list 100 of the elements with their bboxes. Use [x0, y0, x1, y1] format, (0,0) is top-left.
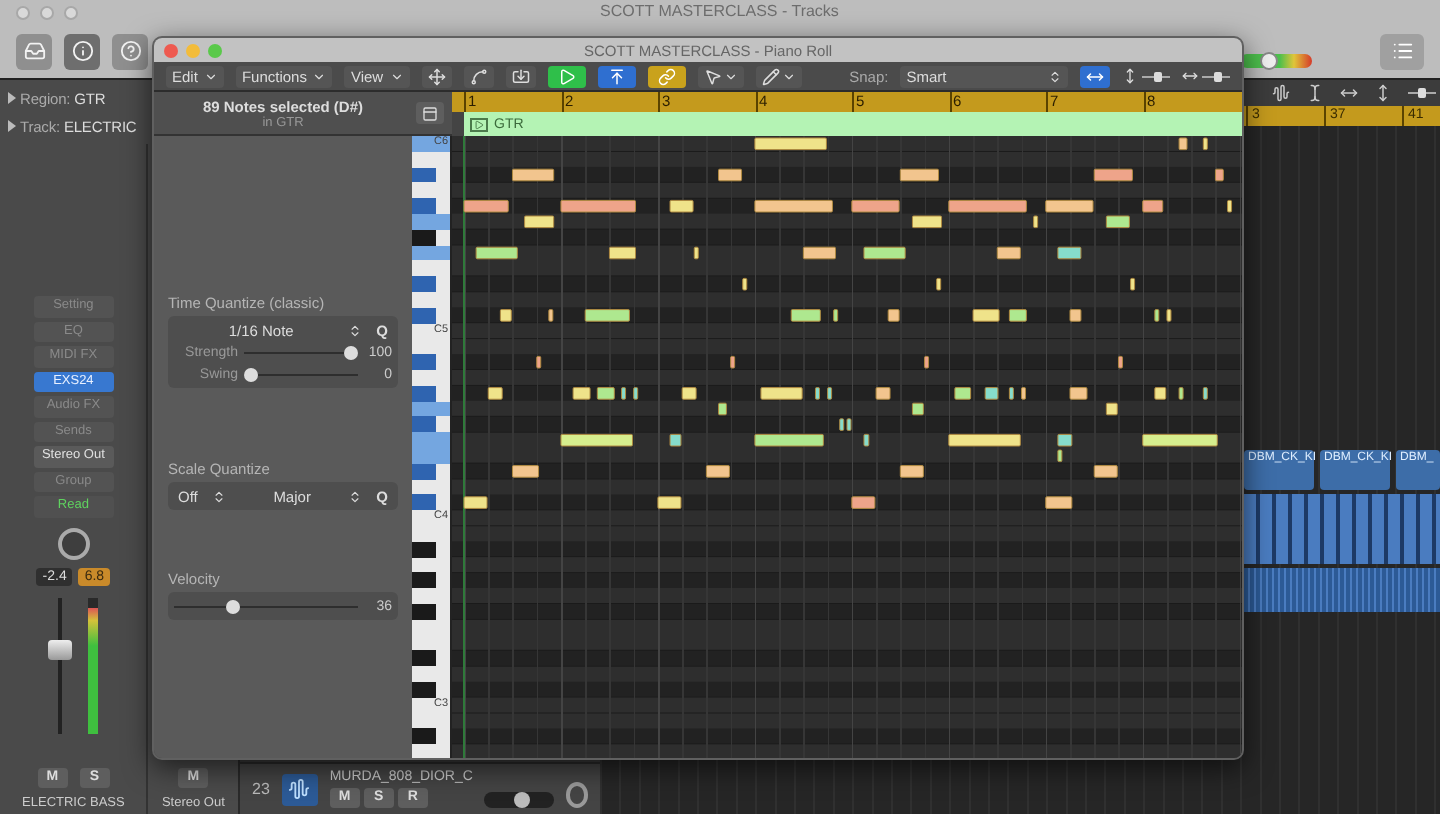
midi-note[interactable] — [1008, 309, 1027, 322]
midi-note[interactable] — [487, 387, 503, 400]
midi-note[interactable] — [524, 215, 555, 229]
midi-note[interactable] — [1214, 168, 1224, 182]
midi-note[interactable] — [693, 246, 699, 260]
pan-knob[interactable] — [57, 527, 90, 559]
midi-note[interactable] — [1105, 402, 1118, 416]
disclosure-triangle[interactable] — [8, 120, 16, 132]
midi-note[interactable] — [560, 433, 633, 447]
midi-note[interactable] — [996, 246, 1021, 260]
list-button[interactable] — [1380, 33, 1424, 69]
midi-note[interactable] — [972, 309, 1000, 322]
pencil-tool-button[interactable] — [755, 65, 802, 87]
midi-note[interactable] — [911, 215, 943, 229]
midi-note[interactable] — [463, 199, 509, 213]
volume-fader[interactable] — [48, 597, 73, 733]
vertical-zoom-slider[interactable] — [1142, 71, 1170, 81]
midi-note[interactable] — [802, 246, 836, 260]
midi-note[interactable] — [536, 355, 542, 369]
text-cursor-icon[interactable] — [1306, 84, 1324, 102]
midi-note[interactable] — [875, 387, 891, 400]
toolbar-toggle[interactable] — [547, 65, 586, 87]
midi-note[interactable] — [584, 309, 630, 322]
slider-thumb[interactable] — [1214, 71, 1222, 81]
midi-note[interactable] — [669, 433, 682, 447]
horizontal-arrows-icon[interactable] — [1340, 84, 1358, 102]
midi-note[interactable] — [1093, 168, 1133, 182]
midi-note[interactable] — [1142, 199, 1164, 213]
midi-note[interactable] — [681, 387, 697, 400]
pointer-tool-button[interactable] — [697, 65, 744, 87]
midi-note[interactable] — [1045, 199, 1094, 213]
vertical-arrows-icon[interactable] — [1374, 84, 1392, 102]
view-button[interactable] — [416, 102, 444, 124]
curve-button[interactable] — [463, 65, 494, 87]
move-button[interactable] — [421, 65, 452, 87]
midi-note[interactable] — [512, 465, 540, 478]
midi-note[interactable] — [1093, 465, 1118, 478]
midi-note[interactable] — [833, 309, 839, 322]
horizontal-zoom-slider[interactable] — [1202, 71, 1230, 81]
slider-thumb[interactable] — [244, 367, 258, 381]
slider-thumb[interactable] — [344, 345, 358, 359]
sharp-key[interactable] — [412, 681, 436, 698]
midi-note[interactable] — [512, 168, 555, 182]
info-button[interactable] — [64, 33, 100, 69]
midi-note[interactable] — [1202, 387, 1208, 400]
midi-note[interactable] — [1227, 199, 1233, 213]
track-volume-slider[interactable] — [484, 791, 554, 807]
sharp-key[interactable] — [412, 572, 436, 589]
midi-note[interactable] — [899, 465, 924, 478]
slider-thumb[interactable] — [1259, 52, 1278, 70]
midi-note[interactable] — [718, 168, 743, 182]
midi-note[interactable] — [730, 355, 736, 369]
slider-thumb[interactable] — [1418, 88, 1426, 98]
toolbar-toggle[interactable] — [647, 65, 686, 87]
audio-region[interactable] — [1244, 494, 1440, 564]
midi-note[interactable] — [560, 199, 636, 213]
help-button[interactable] — [112, 33, 148, 69]
midi-in-button[interactable] — [505, 65, 536, 87]
midi-note[interactable] — [1118, 355, 1123, 369]
midi-note[interactable] — [548, 309, 554, 322]
midi-note[interactable] — [499, 309, 512, 322]
slider-thumb[interactable] — [513, 791, 530, 807]
midi-note[interactable] — [899, 168, 939, 182]
midi-note[interactable] — [887, 309, 900, 322]
midi-note[interactable] — [1105, 215, 1130, 229]
midi-note[interactable] — [754, 199, 833, 213]
midi-note[interactable] — [1057, 246, 1082, 260]
midi-note[interactable] — [948, 433, 1021, 447]
midi-note[interactable] — [718, 402, 727, 416]
midi-note[interactable] — [863, 246, 906, 260]
master-volume-slider[interactable] — [1240, 54, 1312, 68]
midi-note[interactable] — [948, 199, 1027, 213]
fader-thumb[interactable] — [48, 639, 73, 660]
pan-knob[interactable] — [565, 782, 588, 808]
midi-note[interactable] — [1130, 277, 1136, 291]
track-icon-button[interactable] — [281, 773, 318, 805]
swing-slider[interactable] — [244, 367, 358, 381]
sharp-key[interactable] — [412, 603, 436, 620]
midi-note[interactable] — [669, 199, 694, 213]
zoom-slider[interactable] — [1408, 88, 1436, 98]
snap-align-button[interactable] — [1080, 65, 1110, 87]
midi-note[interactable] — [911, 402, 924, 416]
midi-note[interactable] — [742, 277, 748, 291]
waveform-icon[interactable] — [1272, 84, 1290, 102]
midi-note[interactable] — [1142, 433, 1218, 447]
midi-note[interactable] — [754, 433, 824, 447]
slider-thumb[interactable] — [225, 599, 239, 613]
midi-note[interactable] — [1033, 215, 1039, 229]
midi-note[interactable] — [754, 137, 827, 151]
midi-note[interactable] — [924, 355, 930, 369]
piano-roll-grid[interactable] — [452, 136, 1242, 758]
midi-note[interactable] — [705, 465, 730, 478]
slider-thumb[interactable] — [1153, 71, 1161, 81]
midi-note[interactable] — [790, 309, 821, 322]
midi-note[interactable] — [1045, 496, 1073, 509]
strength-slider[interactable] — [244, 345, 358, 359]
sharp-key[interactable] — [412, 728, 436, 745]
midi-note[interactable] — [657, 496, 682, 509]
inbox-button[interactable] — [16, 33, 52, 69]
disclosure-triangle[interactable] — [8, 92, 16, 104]
